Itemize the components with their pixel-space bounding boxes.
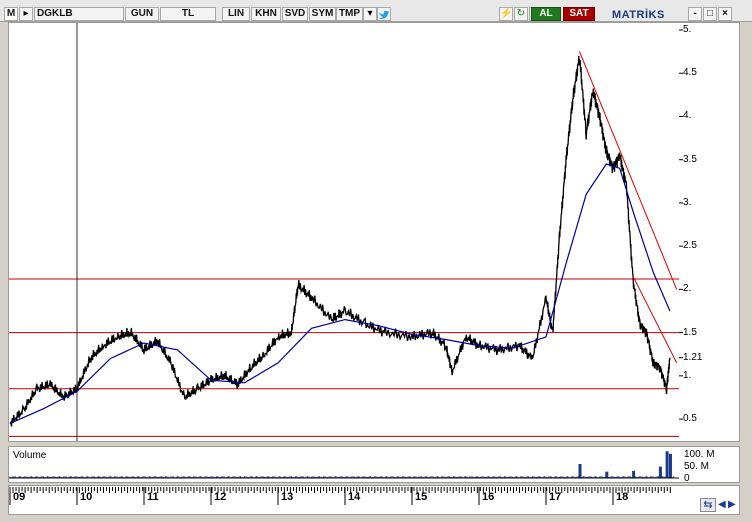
price-tick-label: 2. — [683, 283, 692, 295]
scroll-right-icon[interactable]: ▶ — [728, 498, 738, 512]
trend-line-0 — [579, 51, 678, 290]
volume-spike-bar — [605, 471, 609, 478]
volume-tick-100m: 100. M — [684, 449, 715, 460]
volume-tick-50m: 50. M — [684, 461, 710, 472]
volume-spike-bar — [632, 470, 636, 478]
volume-spike-bar — [668, 453, 672, 478]
price-series-line — [9, 55, 671, 427]
volume-spike-bar — [578, 464, 582, 478]
year-label: 09 — [13, 491, 26, 503]
price-tick-label: 2.5 — [683, 240, 697, 252]
price-tick-label: 0.5 — [683, 413, 697, 425]
moving-average-line — [9, 163, 671, 424]
price-tick-label: 4.5 — [683, 67, 697, 79]
sync-icon[interactable]: ⇆ — [700, 498, 716, 512]
price-tick-label: 3.5 — [683, 153, 697, 165]
year-label: 15 — [415, 491, 428, 503]
volume-tick-0: 0 — [684, 473, 690, 484]
year-label: 18 — [616, 491, 629, 503]
year-label: 17 — [549, 491, 562, 503]
price-tick-label: 3. — [683, 196, 692, 208]
year-label: 13 — [281, 491, 294, 503]
volume-spike-bar — [665, 451, 669, 478]
year-label: 14 — [348, 491, 361, 503]
price-chart-svg — [9, 23, 683, 505]
price-tick-label: 4. — [683, 110, 692, 122]
year-label: 16 — [482, 491, 495, 503]
scroll-left-icon[interactable]: ◀ — [718, 498, 728, 512]
price-tick-label: 1. — [683, 369, 692, 381]
price-tick-label: 1.21 — [683, 351, 703, 363]
price-tick-label: 1.5 — [683, 326, 697, 338]
price-tick-label: 5. — [683, 24, 692, 35]
year-label: 12 — [214, 491, 227, 503]
year-label: 11 — [147, 491, 159, 503]
year-label: 10 — [80, 491, 93, 503]
volume-spike-bar — [658, 466, 662, 478]
